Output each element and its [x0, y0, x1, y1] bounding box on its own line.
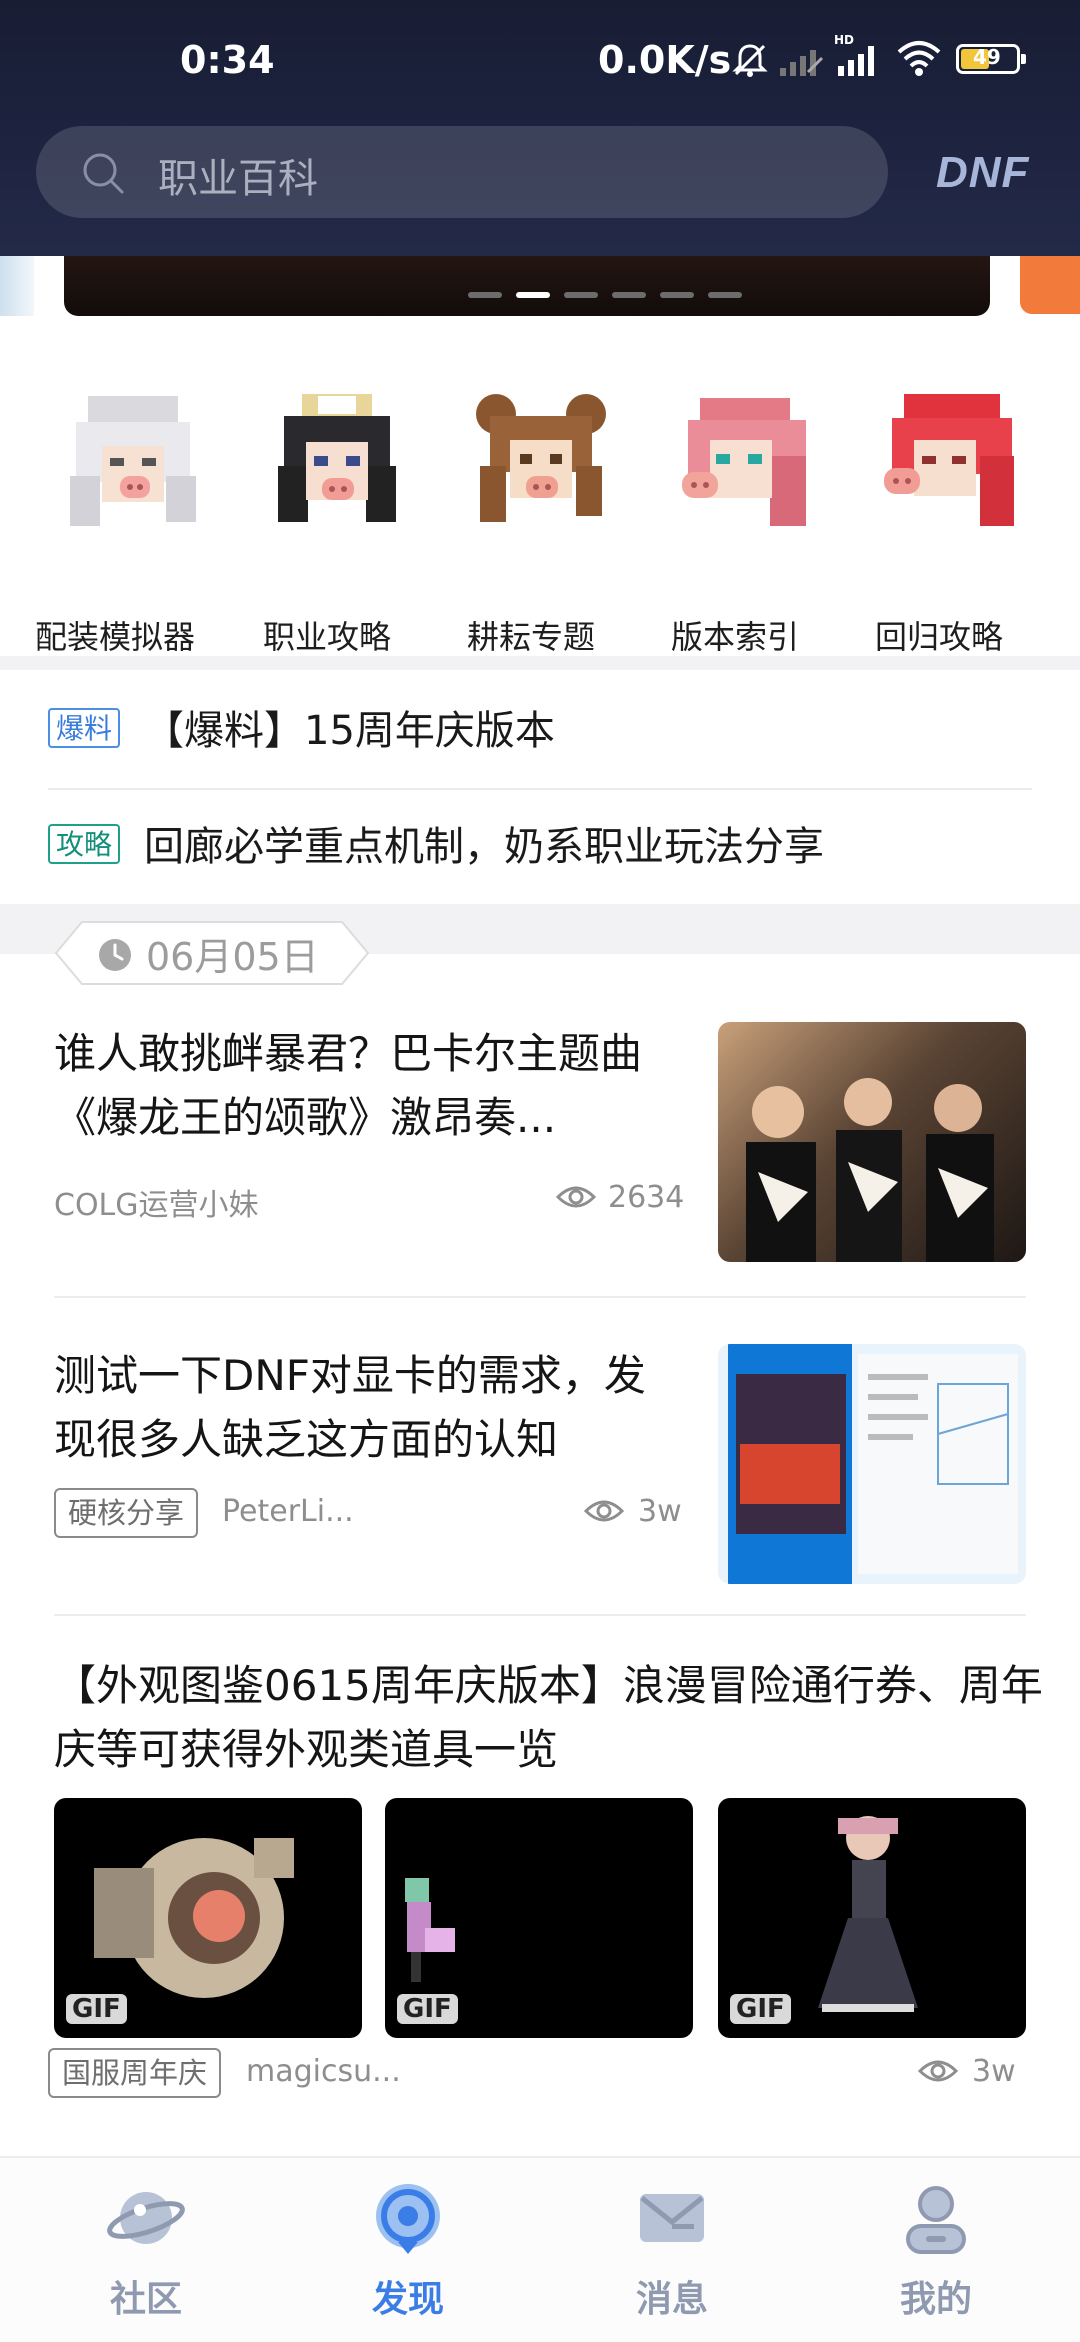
feed-card-views: 3w	[638, 1494, 682, 1529]
battery-icon: 49	[956, 44, 1026, 74]
nav-label: 社区	[109, 2279, 182, 2320]
character-red-hair-icon	[884, 394, 1014, 526]
feed-card[interactable]: 测试一下DNF对显卡的需求，发现很多人缺乏这方面的认知 硬核分享 PeterLi…	[0, 1344, 1080, 1584]
battery-level: 49	[973, 45, 1001, 69]
banner-dot	[708, 292, 742, 298]
ticker-text: 【爆料】15周年庆版本	[144, 708, 555, 754]
character-brown-buns-icon	[476, 394, 606, 522]
svg-text:HD: HD	[834, 33, 854, 47]
nav-community[interactable]: 社区	[66, 2178, 226, 2328]
mute-icon	[732, 44, 768, 77]
feed-card-views: 3w	[972, 2054, 1016, 2089]
shortcut-label: 配装模拟器	[34, 618, 195, 656]
date-label: 06月05日	[54, 920, 370, 986]
date-text: 06月05日	[146, 935, 319, 979]
shortcut-label: 耕耘专题	[466, 618, 595, 656]
feed-card-author: magicsu...	[246, 2054, 401, 2089]
banner-dot	[612, 292, 646, 298]
feed-divider	[54, 1614, 1026, 1616]
search-placeholder: 职业百科	[158, 156, 318, 202]
search-icon	[83, 153, 124, 194]
banner-dot	[660, 292, 694, 298]
character-black-hair-icon	[278, 394, 396, 522]
status-bar: 0:34 0.0K/s HD 49	[0, 28, 1080, 92]
gif-thumbnail[interactable]: GIF	[718, 1798, 1026, 2038]
clock-icon	[99, 939, 131, 971]
gif-badge: GIF	[397, 1994, 458, 2024]
feed-card-author: PeterLi...	[222, 1494, 354, 1529]
status-time: 0:34	[180, 38, 275, 82]
feed-card-tag[interactable]: 国服周年庆	[48, 2048, 222, 2098]
shortcut-label: 版本索引	[670, 618, 799, 656]
profile-icon	[906, 2186, 966, 2254]
banner-dot	[564, 292, 598, 298]
nav-discover[interactable]: 发现	[328, 2178, 488, 2328]
banner-dot	[468, 292, 502, 298]
banner-dot-active	[516, 292, 550, 298]
search-bar[interactable]: 职业百科	[36, 126, 888, 218]
views-icon	[918, 2060, 958, 2082]
views-icon	[556, 1186, 596, 1208]
dnf-logo[interactable]: DNF	[936, 148, 1029, 198]
feed-card-title: 谁人敢挑衅暴君？巴卡尔主题曲《爆龙王的颂歌》激昂奏...	[54, 1029, 643, 1142]
mail-icon	[640, 2194, 704, 2242]
header: 0:34 0.0K/s HD 49 职业百科 DNF	[0, 0, 1080, 256]
news-ticker: 爆料 【爆料】15周年庆版本 攻略 回廊必学重点机制，奶系职业玩法分享	[0, 670, 1080, 904]
task-manager-thumbnail[interactable]	[718, 1344, 1026, 1584]
nav-label: 消息	[635, 2279, 708, 2320]
banner-next-peek	[1020, 256, 1080, 314]
banner-carousel[interactable]	[0, 256, 1080, 346]
network-speed: 0.0K/s	[598, 38, 732, 82]
gif-thumbnail[interactable]: GIF	[385, 1798, 693, 2038]
feed-card[interactable]: 谁人敢挑衅暴君？巴卡尔主题曲《爆龙王的颂歌》激昂奏... COLG运营小妹 26…	[0, 1022, 1080, 1262]
shortcut-class-guide[interactable]: 职业攻略	[232, 386, 422, 656]
feed-card-author: COLG运营小妹	[54, 1188, 259, 1223]
gif-badge: GIF	[730, 1994, 791, 2024]
feed-card-title: 【外观图鉴0615周年庆版本】浪漫冒险通行券、周年庆等可获得外观类道具一览	[54, 1661, 1043, 1774]
nav-label: 发现	[371, 2279, 444, 2320]
section-divider	[0, 656, 1080, 670]
nav-profile[interactable]: 我的	[856, 2178, 1016, 2328]
shortcut-return-guide[interactable]: 回归攻略	[844, 386, 1034, 656]
gif-thumbnail[interactable]: GIF	[54, 1798, 362, 2038]
shortcut-gear-simulator[interactable]: 配装模拟器	[28, 386, 218, 656]
shortcut-grid: 配装模拟器 职业攻略 耕耘专题 版本索引 回归攻略	[0, 346, 1080, 656]
nav-messages[interactable]: 消息	[592, 2178, 752, 2328]
gif-badge: GIF	[66, 1994, 127, 2024]
task-manager-screenshot	[728, 1344, 1018, 1584]
shortcut-label: 职业攻略	[262, 618, 391, 656]
shortcut-version-index[interactable]: 版本索引	[640, 386, 830, 656]
shortcut-label: 回归攻略	[874, 618, 1003, 656]
views-icon	[584, 1500, 624, 1522]
feed-divider	[54, 1296, 1026, 1298]
signal-weak-icon	[780, 50, 824, 76]
signal-hd-icon: HD	[834, 33, 874, 76]
wifi-icon	[897, 41, 941, 76]
feed-card[interactable]: 【外观图鉴0615周年庆版本】浪漫冒险通行券、周年庆等可获得外观类道具一览 GI…	[0, 1654, 1080, 2098]
feed-card-views: 2634	[608, 1180, 685, 1215]
choir-photo-thumbnail[interactable]	[718, 1022, 1026, 1262]
discover-icon	[376, 2184, 440, 2254]
character-pink-hair-icon	[682, 398, 806, 526]
planet-icon	[107, 2192, 185, 2244]
ticker-text: 回廊必学重点机制，奶系职业玩法分享	[144, 824, 824, 870]
ticker-tag-leak: 爆料	[48, 708, 121, 748]
feed-card-title: 测试一下DNF对显卡的需求，发现很多人缺乏这方面的认知	[54, 1351, 646, 1464]
shortcut-cultivation[interactable]: 耕耘专题	[436, 386, 626, 656]
banner-slide[interactable]	[64, 256, 990, 316]
ticker-item[interactable]: 爆料 【爆料】15周年庆版本	[48, 670, 1032, 786]
bottom-nav: 社区 发现 消息 我的	[0, 2156, 1080, 2342]
nav-label: 我的	[899, 2279, 972, 2320]
banner-prev-peek	[0, 256, 34, 316]
feed: 谁人敢挑衅暴君？巴卡尔主题曲《爆龙王的颂歌》激昂奏... COLG运营小妹 26…	[0, 954, 1080, 2154]
ticker-item[interactable]: 攻略 回廊必学重点机制，奶系职业玩法分享	[48, 786, 1032, 902]
character-white-hair-icon	[70, 396, 196, 526]
feed-card-tag[interactable]: 硬核分享	[54, 1488, 199, 1538]
choir-photo	[746, 1078, 994, 1262]
ticker-tag-guide: 攻略	[48, 824, 121, 864]
